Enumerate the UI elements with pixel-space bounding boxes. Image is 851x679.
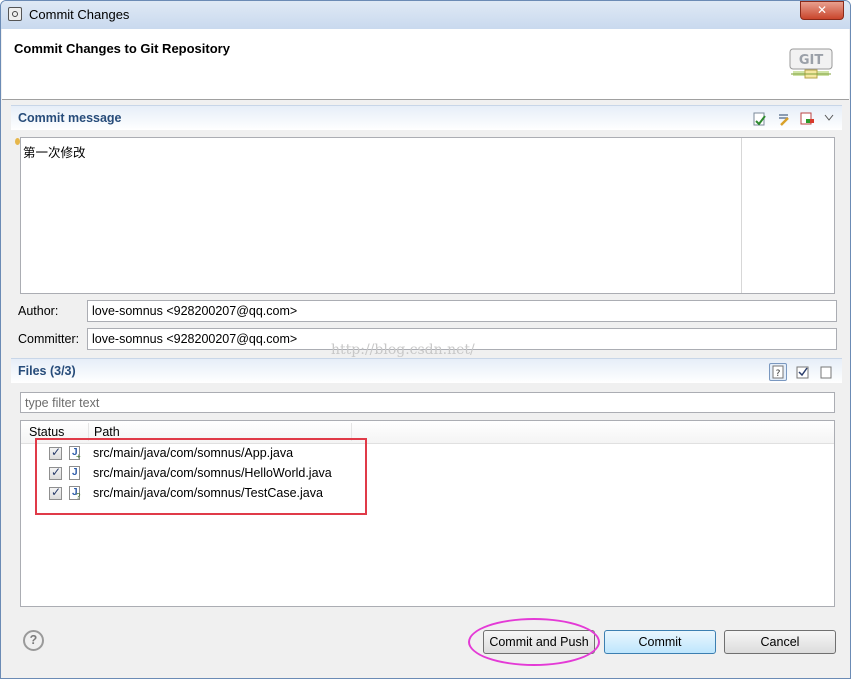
uncheck-all-icon: [820, 366, 832, 379]
author-label: Author:: [18, 304, 59, 318]
commit-and-push-highlight-annotation: [468, 618, 600, 666]
committer-label: Committer:: [18, 332, 80, 346]
close-button[interactable]: ✕: [800, 1, 844, 20]
chevron-down-icon[interactable]: [822, 111, 836, 125]
column-header-status[interactable]: Status: [29, 425, 64, 439]
files-highlight-annotation: [35, 438, 367, 515]
check-all-icon: [796, 366, 809, 379]
amend-icon[interactable]: [777, 112, 791, 126]
files-section-bar: [11, 358, 842, 383]
git-logo-text: GIT: [799, 53, 824, 68]
commit-message-text: 第一次修改: [23, 145, 86, 160]
files-title: Files (3/3): [18, 364, 76, 378]
help-icon[interactable]: ?: [23, 630, 44, 651]
column-header-path[interactable]: Path: [94, 425, 120, 439]
title-bar[interactable]: Commit Changes ✕: [1, 1, 850, 29]
window-title: Commit Changes: [29, 7, 130, 22]
page-title: Commit Changes to Git Repository: [14, 41, 230, 56]
message-ruler-divider: [741, 138, 742, 293]
show-untracked-button[interactable]: ?: [769, 363, 787, 381]
change-id-icon[interactable]: [800, 112, 814, 126]
commit-message-section-bar: [11, 105, 842, 130]
watermark-text: http://blog.csdn.net/: [331, 342, 475, 358]
signed-off-icon[interactable]: [753, 112, 767, 126]
author-field[interactable]: love-somnus <928200207@qq.com>: [87, 300, 837, 322]
commit-message-input[interactable]: 第一次修改: [20, 137, 835, 294]
eclipse-app-icon: [8, 7, 22, 21]
uncheck-all-button[interactable]: [817, 363, 835, 381]
svg-text:?: ?: [776, 369, 781, 379]
commit-button[interactable]: Commit: [604, 630, 716, 654]
git-logo-icon: GIT: [789, 48, 833, 79]
cancel-button[interactable]: Cancel: [724, 630, 836, 654]
file-filter-input[interactable]: type filter text: [20, 392, 835, 413]
commit-message-title: Commit message: [18, 111, 122, 125]
dialog-header: Commit Changes to Git Repository GIT: [2, 29, 849, 100]
commit-changes-dialog: Commit Changes ✕ Commit Changes to Git R…: [0, 0, 851, 679]
check-all-button[interactable]: [794, 363, 812, 381]
untracked-file-icon: ?: [772, 365, 784, 379]
